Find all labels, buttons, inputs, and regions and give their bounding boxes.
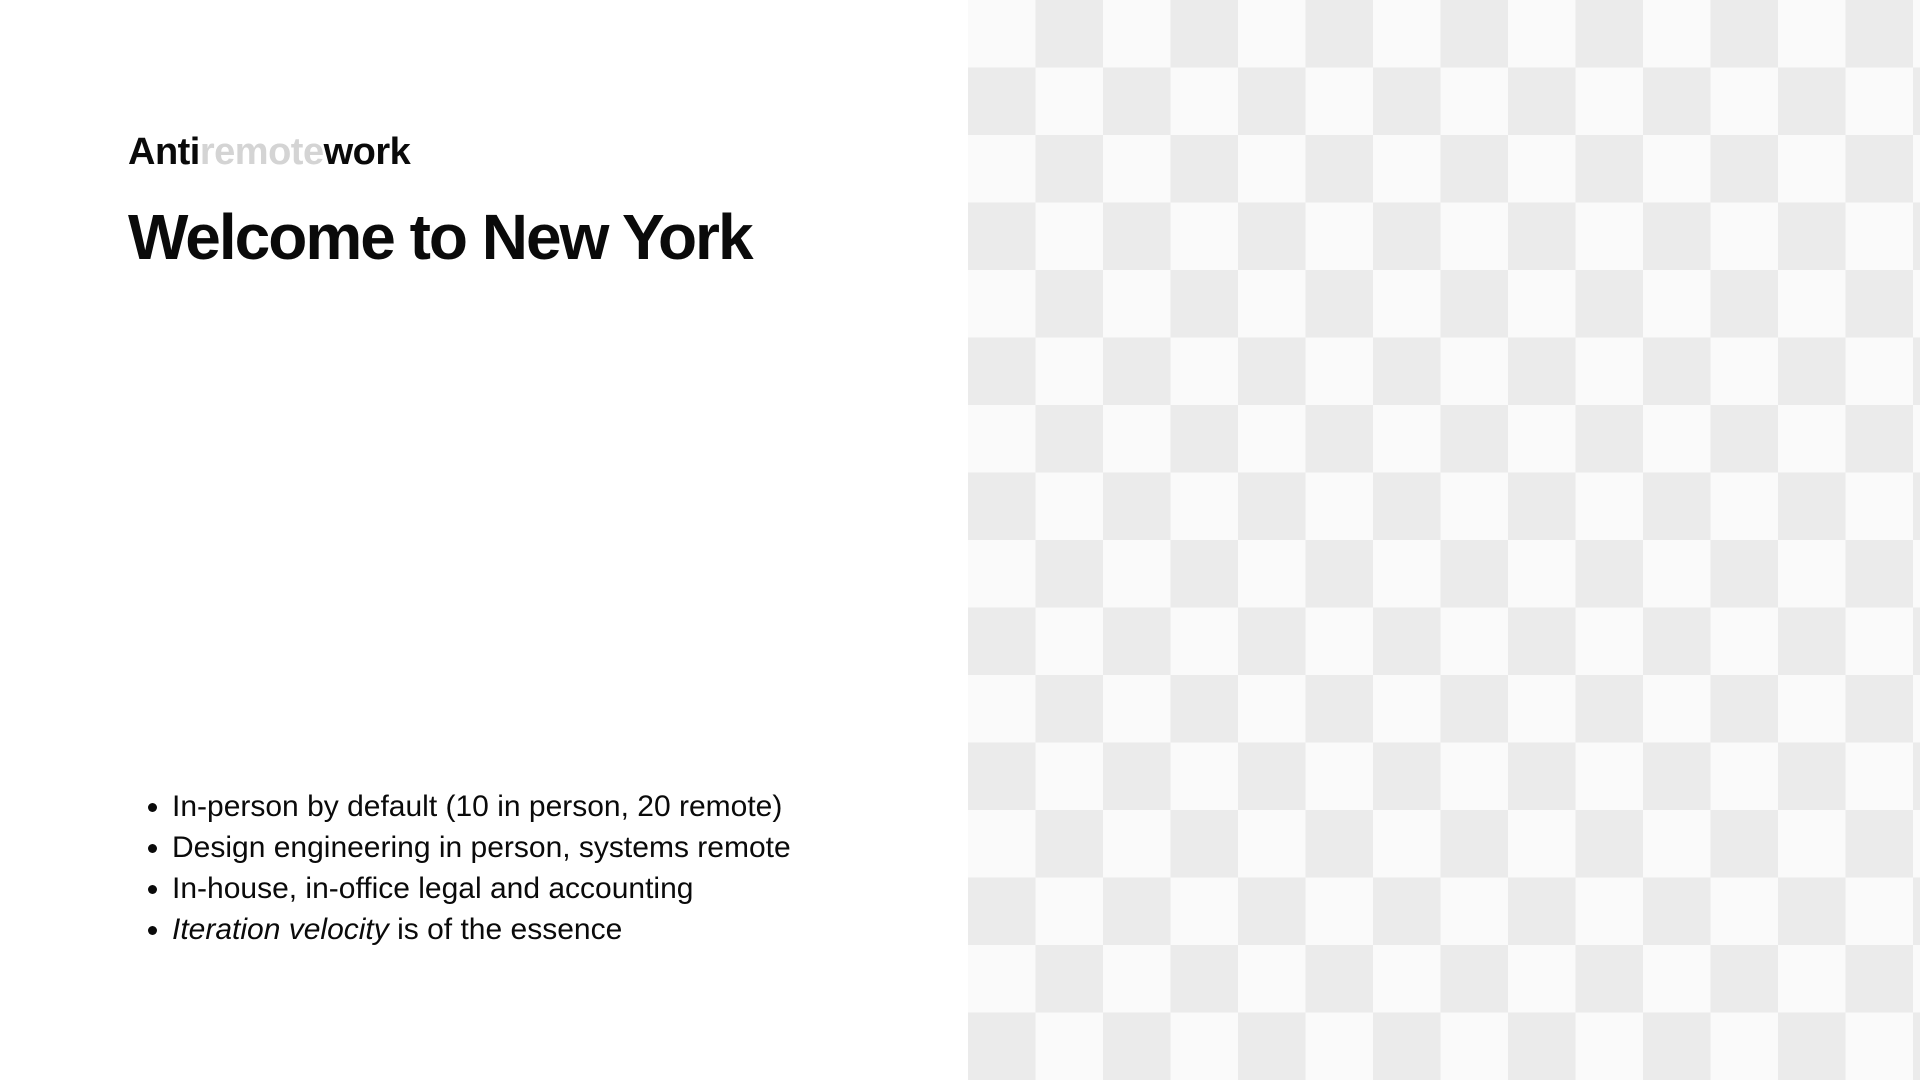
bullet-item: Iteration velocity is of the essence (172, 909, 791, 950)
brand-part-anti: Anti (128, 131, 200, 173)
brand-part-remote: remote (199, 131, 324, 173)
slide-title: Welcome to New York (128, 201, 754, 273)
bullet-item: In-person by default (10 in person, 20 r… (172, 786, 791, 827)
bullet-rest: is of the essence (388, 913, 623, 946)
bullet-item: Design engineering in person, systems re… (172, 827, 791, 868)
slide-page: Antiremotework Welcome to New York In-pe… (0, 0, 1920, 1080)
bullet-item: In-house, in-office legal and accounting (172, 868, 791, 909)
bullet-list: In-person by default (10 in person, 20 r… (128, 786, 791, 950)
brand-logo: Antiremotework (128, 128, 411, 176)
image-placeholder-checkerboard (968, 0, 1920, 1080)
content-pane: Antiremotework Welcome to New York In-pe… (0, 0, 968, 1080)
brand-part-work: work (323, 131, 411, 173)
bullet-emphasis: Iteration velocity (172, 913, 389, 946)
